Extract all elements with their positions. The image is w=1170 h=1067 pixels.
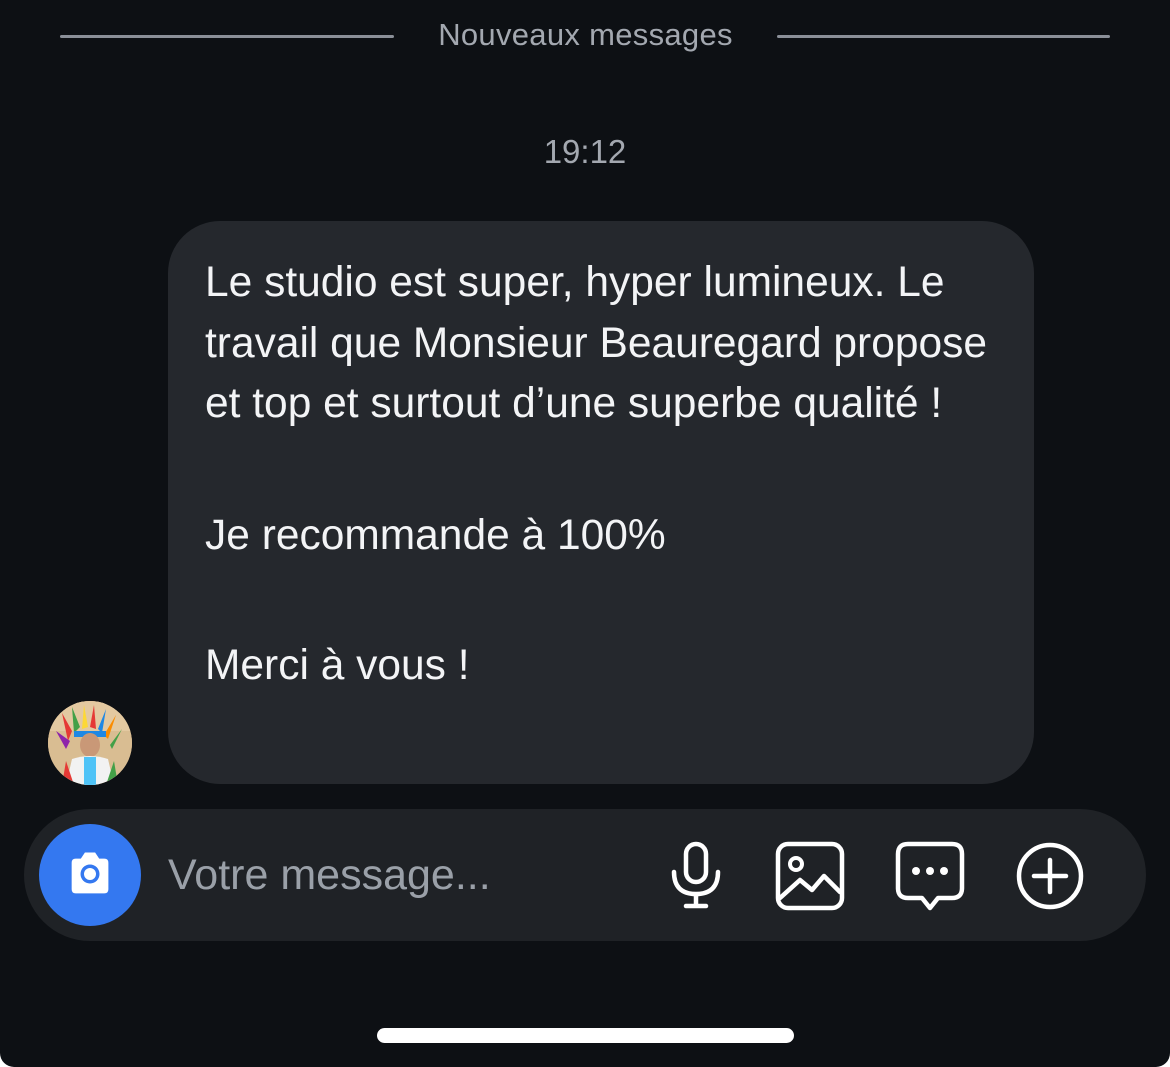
divider-line-right [777, 35, 1110, 38]
sticker-button[interactable] [894, 840, 966, 912]
message-paragraph-2: Je recommande à 100% [205, 511, 666, 559]
camera-icon [71, 852, 109, 894]
microphone-icon [671, 841, 721, 909]
message-input[interactable] [168, 843, 638, 907]
received-message-bubble[interactable]: Le studio est super, hyper lumineux. Le … [168, 221, 1034, 784]
divider-line-left [60, 35, 394, 38]
message-timestamp: 19:12 [543, 133, 627, 170]
plus-circle-icon [1016, 842, 1084, 910]
chat-screen: Nouveaux messages 19:12 Le studio est su… [0, 0, 1170, 1067]
camera-button[interactable] [39, 824, 141, 926]
new-messages-divider: Nouveaux messages [438, 17, 733, 52]
avatar-image [48, 701, 132, 785]
microphone-button[interactable] [660, 840, 732, 912]
image-icon [775, 841, 845, 911]
home-indicator[interactable] [377, 1028, 794, 1043]
message-paragraph-1: Le studio est super, hyper lumineux. Le … [205, 259, 987, 427]
gallery-button[interactable] [774, 840, 846, 912]
more-button[interactable] [1014, 840, 1086, 912]
sender-avatar[interactable] [48, 701, 132, 785]
message-paragraph-3: Merci à vous ! [205, 642, 470, 689]
sticker-chat-icon [895, 841, 965, 911]
